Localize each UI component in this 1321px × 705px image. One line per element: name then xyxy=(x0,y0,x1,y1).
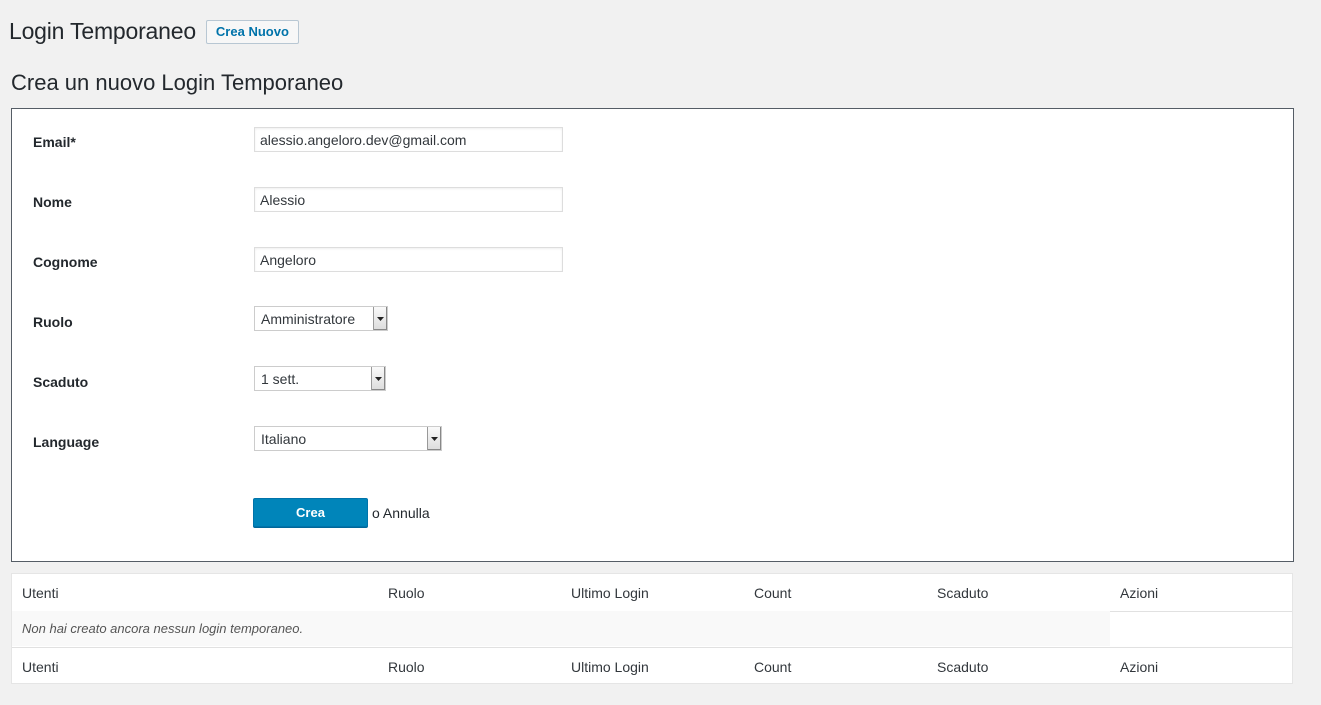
create-login-form: Email* Nome Cognome Ruolo Amministratore… xyxy=(11,108,1294,562)
table-header: Utenti Ruolo Ultimo Login Count Scaduto … xyxy=(12,574,1292,612)
column-header-azioni: Azioni xyxy=(1120,585,1159,601)
table-footer: Utenti Ruolo Ultimo Login Count Scaduto … xyxy=(12,647,1292,685)
caret-down-icon xyxy=(427,427,441,450)
column-footer-azioni: Azioni xyxy=(1120,659,1159,675)
page-header: Login Temporaneo Crea Nuovo xyxy=(9,18,299,45)
page-title: Login Temporaneo xyxy=(9,18,196,44)
email-field[interactable] xyxy=(254,127,563,152)
empty-message: Non hai creato ancora nessun login tempo… xyxy=(12,611,1110,646)
cancel-link[interactable]: Annulla xyxy=(383,505,430,521)
column-footer-count[interactable]: Count xyxy=(754,659,791,675)
form-title: Crea un nuovo Login Temporaneo xyxy=(11,70,344,95)
ruolo-select-value: Amministratore xyxy=(261,310,356,327)
ruolo-label: Ruolo xyxy=(33,314,73,330)
column-header-scaduto[interactable]: Scaduto xyxy=(937,585,988,601)
column-footer-scaduto[interactable]: Scaduto xyxy=(937,659,988,675)
or-label: o xyxy=(372,505,380,521)
language-select[interactable]: Italiano xyxy=(254,426,442,451)
scaduto-select[interactable]: 1 sett. xyxy=(254,366,386,391)
scaduto-select-value: 1 sett. xyxy=(261,370,300,387)
email-label: Email* xyxy=(33,134,76,150)
caret-down-icon xyxy=(373,307,387,330)
logins-table: Utenti Ruolo Ultimo Login Count Scaduto … xyxy=(11,573,1293,684)
column-header-count[interactable]: Count xyxy=(754,585,791,601)
cognome-field[interactable] xyxy=(254,247,563,272)
cognome-label: Cognome xyxy=(33,254,98,270)
add-new-button[interactable]: Crea Nuovo xyxy=(205,19,299,44)
column-header-utenti[interactable]: Utenti xyxy=(22,585,59,601)
scaduto-label: Scaduto xyxy=(33,374,89,390)
table-row: Non hai creato ancora nessun login tempo… xyxy=(12,611,1292,646)
caret-down-icon xyxy=(371,367,385,390)
column-footer-ruolo[interactable]: Ruolo xyxy=(388,659,425,675)
column-footer-ultimo-login[interactable]: Ultimo Login xyxy=(571,659,649,675)
language-select-value: Italiano xyxy=(261,430,307,447)
ruolo-select[interactable]: Amministratore xyxy=(254,306,388,331)
nome-label: Nome xyxy=(33,194,72,210)
column-header-ultimo-login[interactable]: Ultimo Login xyxy=(571,585,649,601)
column-header-ruolo[interactable]: Ruolo xyxy=(388,585,425,601)
nome-field[interactable] xyxy=(254,187,563,212)
column-footer-utenti[interactable]: Utenti xyxy=(22,659,59,675)
language-label: Language xyxy=(33,434,100,450)
crea-button[interactable]: Crea xyxy=(253,498,368,527)
cancel-text: o Annulla xyxy=(372,505,430,521)
